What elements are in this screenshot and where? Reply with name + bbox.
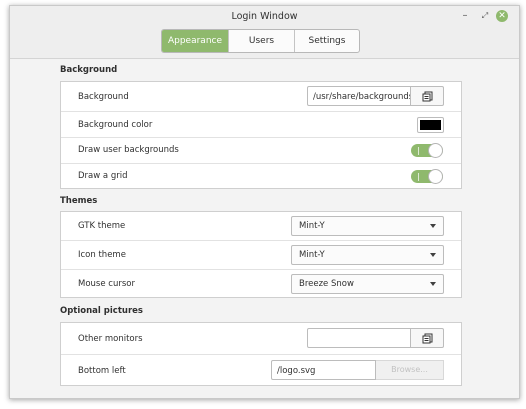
row-draw-user-backgrounds: Draw user backgrounds |	[61, 137, 461, 163]
title-bar[interactable]: Login Window – ⤢ ✕	[10, 6, 519, 28]
other-monitors-chooser-button[interactable]	[411, 328, 444, 348]
icon-theme-combo[interactable]: Mint-Y	[291, 245, 444, 265]
row-bottom-left: Bottom left /logo.svg Browse...	[61, 354, 461, 385]
row-mouse-cursor: Mouse cursor Breeze Snow	[61, 269, 461, 297]
draw-user-backgrounds-toggle[interactable]: |	[411, 143, 443, 158]
other-monitors-label: Other monitors	[78, 334, 143, 344]
background-frame: Background /usr/share/backgrounds/ Backg…	[60, 81, 462, 189]
file-chooser-icon	[422, 91, 432, 101]
dropdown-caret-icon	[430, 282, 436, 286]
themes-frame: GTK theme Mint-Y Icon theme Mint-Y Mouse…	[60, 211, 462, 298]
bottom-left-browse-button[interactable]: Browse...	[376, 360, 444, 380]
tab-settings[interactable]: Settings	[294, 30, 359, 52]
toggle-knob	[428, 169, 443, 184]
other-monitors-path-field[interactable]	[307, 328, 411, 348]
draw-grid-label: Draw a grid	[78, 171, 128, 181]
row-gtk-theme: GTK theme Mint-Y	[61, 212, 461, 240]
tab-appearance[interactable]: Appearance	[162, 30, 228, 52]
toggle-on-mark: |	[417, 172, 420, 181]
mouse-cursor-combo[interactable]: Breeze Snow	[291, 274, 444, 294]
background-chooser-button[interactable]	[411, 86, 444, 106]
section-title-themes: Themes	[60, 196, 98, 206]
row-background-color: Background color	[61, 111, 461, 137]
toggle-on-mark: |	[417, 146, 420, 155]
row-other-monitors: Other monitors	[61, 323, 461, 354]
gtk-theme-label: GTK theme	[78, 221, 126, 231]
bottom-left-path-field[interactable]: /logo.svg	[271, 360, 376, 380]
background-color-label: Background color	[78, 120, 153, 130]
dropdown-caret-icon	[430, 224, 436, 228]
color-swatch	[420, 120, 441, 130]
tab-switcher: Appearance Users Settings	[161, 29, 360, 53]
login-window: Login Window – ⤢ ✕ Appearance Users Sett…	[9, 5, 520, 399]
row-icon-theme: Icon theme Mint-Y	[61, 240, 461, 269]
maximize-button[interactable]: ⤢	[478, 9, 492, 23]
pictures-frame: Other monitors Bottom left /logo.svg Bro…	[60, 322, 462, 386]
gtk-theme-value: Mint-Y	[299, 221, 325, 231]
toggle-knob	[428, 143, 443, 158]
row-draw-grid: Draw a grid |	[61, 163, 461, 188]
icon-theme-label: Icon theme	[78, 250, 126, 260]
close-button[interactable]: ✕	[496, 10, 508, 22]
window-title: Login Window	[231, 11, 298, 22]
background-path-field[interactable]: /usr/share/backgrounds/	[307, 86, 411, 106]
background-color-button[interactable]	[417, 117, 444, 133]
section-title-background: Background	[60, 65, 118, 75]
mouse-cursor-value: Breeze Snow	[299, 279, 354, 289]
tab-users[interactable]: Users	[228, 30, 294, 52]
dropdown-caret-icon	[430, 253, 436, 257]
icon-theme-value: Mint-Y	[299, 250, 325, 260]
row-background: Background /usr/share/backgrounds/	[61, 82, 461, 111]
section-title-optional-pictures: Optional pictures	[60, 306, 143, 316]
mouse-cursor-label: Mouse cursor	[78, 279, 135, 289]
tab-bar: Appearance Users Settings	[10, 28, 519, 59]
bottom-left-label: Bottom left	[78, 366, 126, 376]
background-label: Background	[78, 92, 129, 102]
file-chooser-icon	[422, 333, 432, 343]
minimize-button[interactable]: –	[458, 9, 472, 23]
draw-grid-toggle[interactable]: |	[411, 169, 443, 184]
draw-user-backgrounds-label: Draw user backgrounds	[78, 145, 179, 155]
gtk-theme-combo[interactable]: Mint-Y	[291, 216, 444, 236]
